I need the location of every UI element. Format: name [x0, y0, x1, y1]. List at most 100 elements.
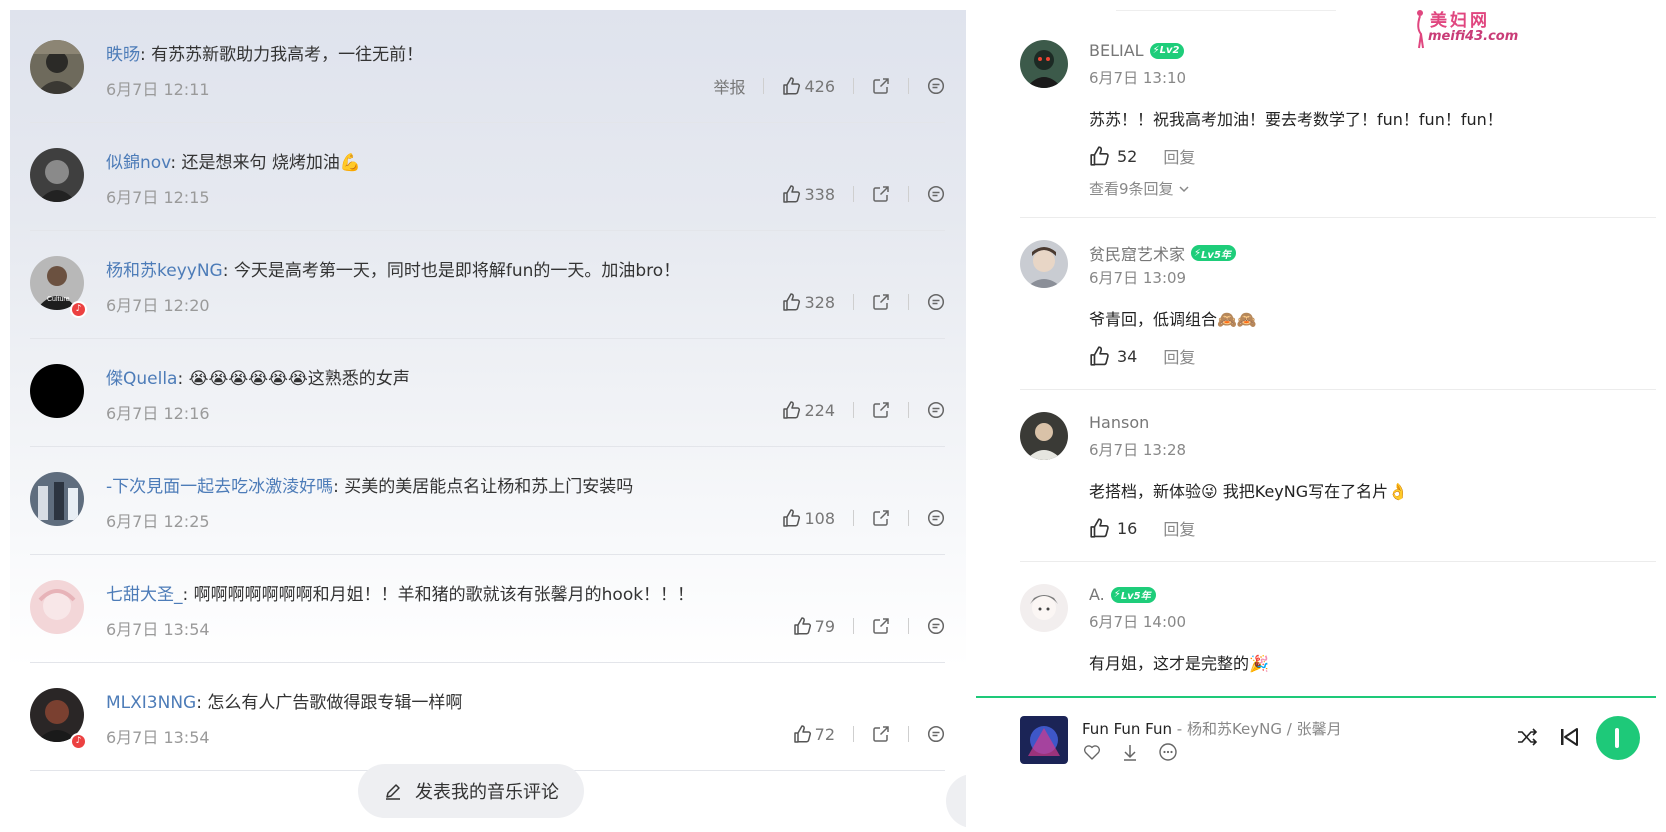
- thumbs-up-icon: [783, 77, 801, 95]
- comment-text: 爷青回，低调组合🙈🙈: [1089, 310, 1257, 329]
- share-icon[interactable]: [872, 293, 890, 311]
- divider: [908, 726, 909, 742]
- comment-icon[interactable]: [927, 77, 945, 95]
- heart-icon[interactable]: [1082, 742, 1102, 762]
- play-pause-button[interactable]: [1596, 716, 1640, 760]
- like-button[interactable]: 108: [782, 508, 835, 528]
- floating-button-partial[interactable]: [946, 774, 966, 828]
- thumbs-up-icon[interactable]: [1089, 345, 1111, 367]
- comment-line: 傑Quella: 😭😭😭😭😭😭这熟悉的女声: [106, 364, 410, 389]
- comment-username[interactable]: MLXI3NNG: [106, 693, 196, 713]
- like-button[interactable]: 79: [793, 616, 835, 636]
- comment-icon[interactable]: [927, 401, 945, 419]
- right-comment-panel: BELIAL ⚡ Lv2 6月7日 13:10 苏苏！！祝我高考加油！要去考数学了…: [976, 10, 1656, 832]
- comment-icon[interactable]: [927, 185, 945, 203]
- comment-username[interactable]: -下次見面一起去吃冰激淩好嗎: [106, 477, 333, 497]
- comment-row: A. ⚡ Lv5年 6月7日 14:00 有月姐，这才是完整的🎉: [1020, 584, 1656, 694]
- like-button[interactable]: 338: [782, 184, 835, 204]
- comment-icon[interactable]: [927, 725, 945, 743]
- reply-button[interactable]: 回复: [1163, 516, 1195, 540]
- player-song-actions: [1082, 742, 1178, 762]
- share-icon[interactable]: [872, 401, 890, 419]
- comment-text: 买美的美居能点名让杨和苏上门安装吗: [344, 477, 634, 497]
- reply-button[interactable]: 回复: [1163, 144, 1195, 168]
- like-count: 79: [814, 616, 835, 636]
- divider: [853, 726, 854, 742]
- avatar[interactable]: [1020, 412, 1068, 460]
- share-icon[interactable]: [872, 77, 890, 95]
- comment-icon[interactable]: [927, 617, 945, 635]
- avatar[interactable]: [30, 364, 84, 418]
- album-cover[interactable]: [1020, 716, 1068, 764]
- comment-text: 还是想来句 烧烤加油💪: [181, 153, 362, 173]
- thumbs-up-icon[interactable]: [1089, 517, 1111, 539]
- comment-date: 6月7日 13:54: [106, 620, 210, 639]
- like-count: 338: [804, 184, 835, 204]
- comment-actions: 72: [793, 722, 945, 746]
- comment-row: Hanson 6月7日 13:28 老搭档，新体验😜 我把KeyNG写在了名片👌…: [1020, 412, 1656, 562]
- avatar[interactable]: [1020, 584, 1068, 632]
- share-icon[interactable]: [872, 617, 890, 635]
- like-button[interactable]: 328: [782, 292, 835, 312]
- share-icon[interactable]: [872, 185, 890, 203]
- avatar[interactable]: [30, 472, 84, 526]
- comment-date: 6月7日 13:54: [106, 728, 210, 747]
- comment-username[interactable]: 杨和苏keyyNG: [106, 261, 223, 281]
- avatar[interactable]: [30, 580, 84, 634]
- like-button[interactable]: 426: [782, 76, 835, 96]
- comment-username[interactable]: 似錦nov: [106, 153, 170, 173]
- svg-text:Culture: Culture: [47, 296, 70, 303]
- comment-username[interactable]: BELIAL: [1089, 41, 1144, 60]
- song-artists[interactable]: - 杨和苏KeyNG / 张馨月: [1172, 720, 1342, 738]
- comment-icon[interactable]: [927, 509, 945, 527]
- download-icon[interactable]: [1120, 742, 1140, 762]
- divider: [763, 78, 765, 94]
- comment-text: 😭😭😭😭😭😭这熟悉的女声: [188, 369, 410, 389]
- comment-row: ♪ MLXI3NNG: 怎么有人广告歌做得跟专辑一样啊 6月7日 13:54 7…: [30, 658, 945, 771]
- divider: [853, 294, 854, 310]
- like-button[interactable]: 72: [793, 724, 835, 744]
- comment-username-line: 贫民窟艺术家 ⚡ Lv5年: [1089, 241, 1236, 265]
- thumbs-up-icon: [793, 725, 811, 743]
- comment-username[interactable]: 傑Quella: [106, 369, 177, 389]
- reply-button[interactable]: 回复: [1163, 344, 1195, 368]
- view-replies-link[interactable]: 查看9条回复: [1089, 178, 1190, 199]
- lady-silhouette-icon: [1417, 10, 1424, 49]
- song-title[interactable]: Fun Fun Fun: [1082, 720, 1172, 738]
- comment-date: 6月7日 12:20: [106, 296, 210, 315]
- comment-actions: 52 回复: [1089, 144, 1195, 168]
- comment-line: 昳旸: 有苏苏新歌助力我高考，一往无前！: [106, 40, 423, 65]
- comment-username[interactable]: 昳旸: [106, 45, 140, 65]
- share-icon[interactable]: [872, 725, 890, 743]
- watermark-title: 美妇网: [1430, 11, 1490, 31]
- divider: [908, 294, 909, 310]
- comment-date: 6月7日 12:25: [106, 512, 210, 531]
- colon: :: [222, 261, 234, 281]
- comment-username[interactable]: A.: [1089, 585, 1105, 604]
- playback-controls: [1516, 726, 1580, 748]
- avatar[interactable]: [30, 40, 84, 94]
- comment-actions: 34 回复: [1089, 344, 1195, 368]
- comment-username[interactable]: 七甜大圣_: [106, 585, 183, 605]
- colon: :: [170, 153, 182, 173]
- write-comment-button[interactable]: 发表我的音乐评论: [358, 764, 584, 818]
- avatar[interactable]: [1020, 40, 1068, 88]
- comment-username[interactable]: Hanson: [1089, 413, 1149, 432]
- like-button[interactable]: 224: [782, 400, 835, 420]
- comment-row: 昳旸: 有苏苏新歌助力我高考，一往无前！ 6月7日 12:11 举报 426: [30, 10, 945, 123]
- avatar[interactable]: [30, 148, 84, 202]
- comment-text: 老搭档，新体验😜 我把KeyNG写在了名片👌: [1089, 482, 1409, 501]
- thumbs-up-icon[interactable]: [1089, 145, 1111, 167]
- comment-row: 七甜大圣_: 啊啊啊啊啊啊啊和月姐！！羊和猪的歌就该有张馨月的hook！！！ 6…: [30, 550, 945, 663]
- comment-row: 似錦nov: 还是想来句 烧烤加油💪 6月7日 12:15 338: [30, 118, 945, 231]
- shuffle-icon[interactable]: [1516, 726, 1538, 748]
- previous-track-icon[interactable]: [1558, 726, 1580, 748]
- more-icon[interactable]: [1158, 742, 1178, 762]
- comment-icon[interactable]: [927, 293, 945, 311]
- report-link[interactable]: 举报: [713, 74, 745, 98]
- top-divider: [1116, 10, 1336, 11]
- share-icon[interactable]: [872, 509, 890, 527]
- comment-line: 七甜大圣_: 啊啊啊啊啊啊啊和月姐！！羊和猪的歌就该有张馨月的hook！！！: [106, 580, 694, 605]
- comment-username[interactable]: 贫民窟艺术家: [1089, 241, 1185, 265]
- avatar[interactable]: [1020, 240, 1068, 288]
